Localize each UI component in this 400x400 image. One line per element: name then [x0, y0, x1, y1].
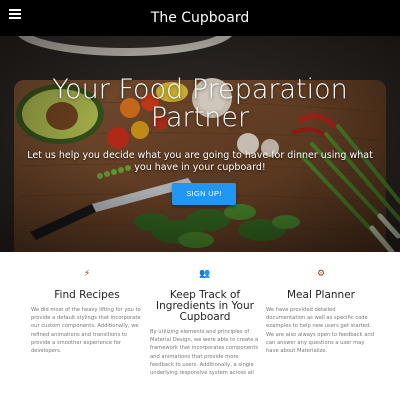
feature-description: By utilizing elements and principles of …: [150, 329, 259, 377]
group-icon: 👥: [199, 269, 211, 279]
features-section: ⚡ Find Recipes We did most of the heavy …: [0, 252, 400, 400]
feature-column-meal-planner: ⚙ Meal Planner We have provided detailed…: [266, 252, 376, 355]
hero-banner: Your Food Preparation Partner Let us hel…: [0, 36, 400, 252]
feature-description: We did most of the heavy lifting for you…: [31, 307, 141, 355]
signup-button[interactable]: SIGN UP!: [172, 183, 236, 205]
settings-icon: ⚙: [316, 269, 326, 279]
feature-title: Find Recipes: [54, 289, 120, 301]
navbar: The Cupboard: [0, 0, 400, 36]
feature-column-track-ingredients: 👥 Keep Track of Ingredients in Your Cupb…: [150, 252, 260, 377]
hero-title: Your Food Preparation Partner: [52, 74, 348, 133]
feature-title: Keep Track of Ingredients in Your Cupboa…: [156, 289, 254, 323]
feature-column-find-recipes: ⚡ Find Recipes We did most of the heavy …: [31, 252, 142, 355]
feature-description: We have provided detailed documentation …: [266, 307, 375, 355]
brand-logo[interactable]: The Cupboard: [0, 0, 400, 36]
hero-background-image: [0, 36, 400, 252]
hero-subtitle: Let us help you decide what you are goin…: [27, 150, 373, 173]
feature-title: Meal Planner: [287, 289, 355, 301]
flash-icon: ⚡: [83, 269, 91, 279]
